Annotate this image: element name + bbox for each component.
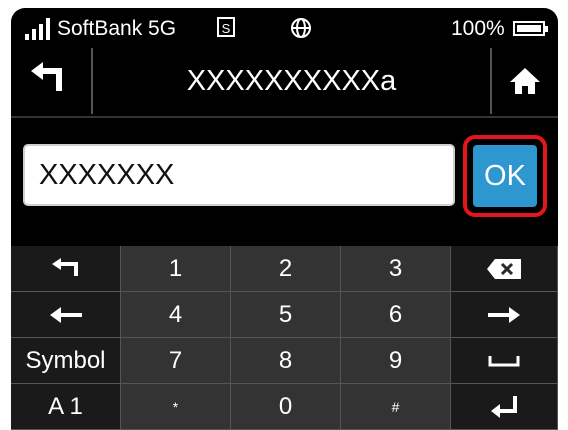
key-8[interactable]: 8 <box>231 338 341 384</box>
backspace-key[interactable] <box>451 246 558 292</box>
home-icon <box>510 68 540 94</box>
space-icon <box>488 355 520 366</box>
hash-label: # <box>391 398 400 415</box>
globe-icon <box>289 16 313 40</box>
input-area: XXXXXXX OK <box>11 116 558 248</box>
device-screen: SoftBank 5G S 100% XXXXXXXXXXa XXXXXXX O… <box>11 8 558 430</box>
signal-bars-icon <box>25 18 53 40</box>
undo-icon <box>51 257 78 276</box>
mode-key[interactable]: A 1 <box>11 384 121 430</box>
key-1[interactable]: 1 <box>121 246 231 292</box>
battery-icon <box>513 21 548 36</box>
ok-button[interactable]: OK <box>473 145 537 207</box>
text-input-field[interactable]: XXXXXXX <box>23 144 455 206</box>
key-3[interactable]: 3 <box>341 246 451 292</box>
left-arrow-key[interactable] <box>11 292 121 338</box>
key-9[interactable]: 9 <box>341 338 451 384</box>
backspace-icon <box>487 258 521 279</box>
key-6[interactable]: 6 <box>341 292 451 338</box>
symbol-key[interactable]: Symbol <box>11 338 121 384</box>
sim-icon: S <box>217 17 235 37</box>
enter-icon <box>491 395 517 418</box>
carrier-label: SoftBank 5G <box>57 17 177 40</box>
asterisk-label: * <box>172 398 179 415</box>
left-arrow-icon <box>49 306 82 323</box>
key-hash[interactable]: # <box>341 384 451 430</box>
key-asterisk[interactable]: * <box>121 384 231 430</box>
key-5[interactable]: 5 <box>231 292 341 338</box>
space-key[interactable] <box>451 338 558 384</box>
enter-key[interactable] <box>451 384 558 430</box>
battery-percent: 100% <box>451 17 505 40</box>
header-bar: XXXXXXXXXXa <box>11 48 558 116</box>
status-bar: SoftBank 5G S 100% <box>11 8 558 48</box>
keypad: 1 2 3 4 5 6 Symbol 7 8 9 A 1 * 0 # <box>11 246 558 430</box>
undo-key[interactable] <box>11 246 121 292</box>
key-7[interactable]: 7 <box>121 338 231 384</box>
back-arrow-icon <box>31 62 62 91</box>
key-0[interactable]: 0 <box>231 384 341 430</box>
right-arrow-icon <box>488 306 520 323</box>
page-title: XXXXXXXXXXa <box>186 65 397 97</box>
key-2[interactable]: 2 <box>231 246 341 292</box>
right-arrow-key[interactable] <box>451 292 558 338</box>
home-button[interactable] <box>490 48 558 114</box>
key-4[interactable]: 4 <box>121 292 231 338</box>
back-button[interactable] <box>11 48 93 114</box>
